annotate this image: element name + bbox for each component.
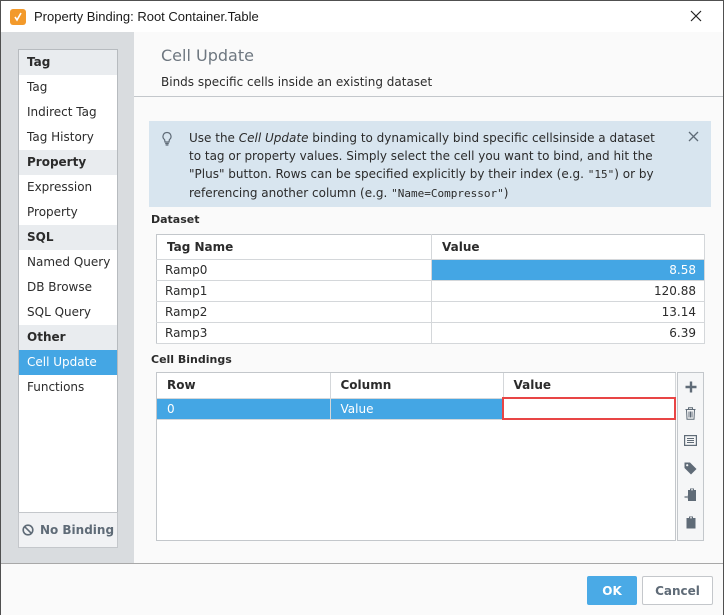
add-icon[interactable] [681,377,701,396]
tag-icon[interactable] [681,459,701,478]
nav-header-tag: Tag [19,50,117,75]
cell-column[interactable]: Value [330,398,504,420]
sidebar-item-functions[interactable]: Functions [19,375,117,400]
dataset-label: Dataset [151,213,200,226]
table-row[interactable]: Ramp2 13.14 [156,301,705,323]
binding-type-pane: Tag Tag Indirect Tag Tag History Propert… [1,32,134,563]
sidebar-item-property[interactable]: Property [19,200,117,225]
cell-value[interactable]: 8.58 [431,259,705,281]
ban-icon [22,524,34,536]
ok-button[interactable]: OK [587,576,637,605]
dataset-header-row: Tag Name Value [156,234,705,260]
binding-type-list: Tag Tag Indirect Tag Tag History Propert… [18,49,118,537]
nav-header-other: Other [19,325,117,350]
table-row[interactable]: 0 Value [157,397,676,420]
info-text: Use the Cell Update binding to dynamical… [189,131,655,200]
column-header-column[interactable]: Column [330,373,504,399]
delete-icon[interactable] [681,404,701,423]
binding-config-pane: Cell Update Binds specific cells inside … [134,32,723,563]
paste-import-icon[interactable] [681,486,701,505]
dialog-footer: OK Cancel [1,563,723,615]
nav-header-sql: SQL [19,225,117,250]
cell-tag-name[interactable]: Ramp0 [156,259,432,281]
info-banner: Use the Cell Update binding to dynamical… [149,121,711,207]
app-icon [10,8,26,25]
bindings-header-row: Row Column Value [157,373,676,399]
window-title: Property Binding: Root Container.Table [34,9,259,24]
cell-value[interactable]: 120.88 [431,280,705,302]
page-subtitle: Binds specific cells inside an existing … [161,75,433,89]
cancel-button[interactable]: Cancel [642,576,713,605]
sidebar-item-tag[interactable]: Tag [19,75,117,100]
bindings-toolbar [677,372,704,541]
column-header-tag-name[interactable]: Tag Name [156,234,432,260]
cell-bindings-table: Row Column Value 0 Value [157,373,676,420]
cell-tag-name[interactable]: Ramp1 [156,280,432,302]
title-bar: Property Binding: Root Container.Table [1,1,723,32]
nav-header-property: Property [19,150,117,175]
sidebar-item-sql-query[interactable]: SQL Query [19,300,117,325]
sidebar-item-db-browse[interactable]: DB Browse [19,275,117,300]
dataset-table: Tag Name Value Ramp0 8.58 Ramp1 120.88 R… [156,234,705,344]
cell-value-editor[interactable] [502,397,676,420]
table-row[interactable]: Ramp0 8.58 [156,259,705,281]
table-row[interactable]: Ramp3 6.39 [156,322,705,344]
property-binding-dialog: Property Binding: Root Container.Table T… [0,0,724,615]
dismiss-info-icon[interactable] [688,131,699,145]
no-binding-button[interactable]: No Binding [18,512,118,548]
cell-value[interactable]: 13.14 [431,301,705,323]
sidebar-item-cell-update[interactable]: Cell Update [19,350,117,375]
column-header-row[interactable]: Row [157,373,331,399]
cell-tag-name[interactable]: Ramp3 [156,322,432,344]
sidebar-item-tag-history[interactable]: Tag History [19,125,117,150]
sidebar-item-expression[interactable]: Expression [19,175,117,200]
cell-bindings-label: Cell Bindings [151,353,232,366]
cell-value[interactable]: 6.39 [431,322,705,344]
close-icon[interactable] [687,7,705,25]
cell-bindings-table-container: Row Column Value 0 Value [156,372,676,541]
column-header-value[interactable]: Value [431,234,705,260]
divider [134,96,723,97]
sidebar-item-named-query[interactable]: Named Query [19,250,117,275]
sidebar-item-indirect-tag[interactable]: Indirect Tag [19,100,117,125]
table-row[interactable]: Ramp1 120.88 [156,280,705,302]
no-binding-label: No Binding [39,523,115,537]
details-icon[interactable] [681,431,701,450]
clipboard-icon[interactable] [681,513,701,532]
lightbulb-icon [161,131,173,150]
cell-tag-name[interactable]: Ramp2 [156,301,432,323]
column-header-value[interactable]: Value [503,373,676,399]
page-title: Cell Update [161,46,254,65]
cell-row[interactable]: 0 [157,398,331,420]
